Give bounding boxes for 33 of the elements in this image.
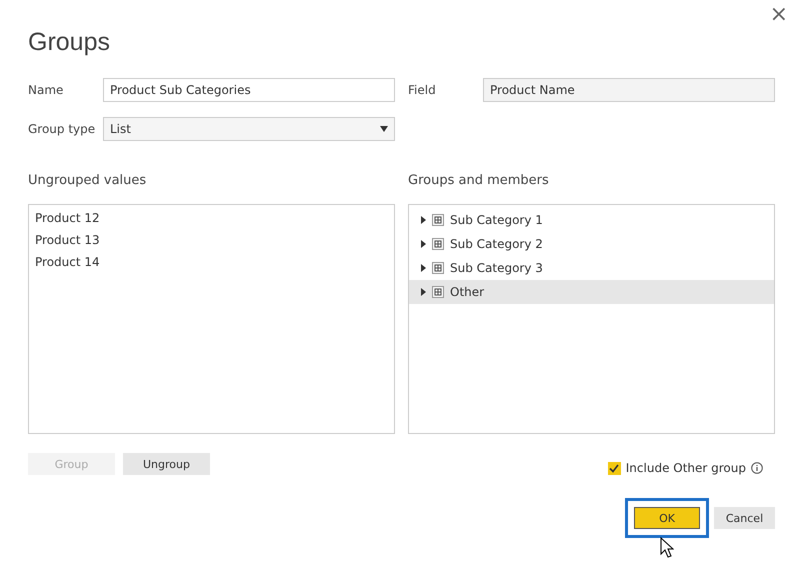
expand-arrow-icon[interactable] bbox=[421, 216, 426, 224]
close-button[interactable]: × bbox=[762, 0, 796, 29]
list-item[interactable]: Product 12 bbox=[29, 208, 394, 230]
section-heading: Ungrouped values bbox=[28, 173, 148, 188]
ok-button[interactable]: OK bbox=[634, 507, 700, 529]
checkbox-label: Include Other group bbox=[626, 461, 746, 475]
checkbox[interactable] bbox=[608, 462, 621, 474]
dropdown-value: List bbox=[110, 122, 131, 136]
field-label: Field bbox=[408, 83, 437, 97]
tree-item[interactable]: Sub Category 2 bbox=[450, 237, 543, 251]
info-icon bbox=[751, 462, 763, 474]
dialog-title: Groups bbox=[28, 28, 111, 57]
expand-arrow-icon[interactable] bbox=[421, 264, 426, 272]
cancel-button[interactable]: Cancel bbox=[714, 507, 775, 529]
list-item[interactable]: Product 13 bbox=[29, 230, 394, 252]
table-icon bbox=[432, 286, 444, 298]
tree-item[interactable]: Other bbox=[450, 285, 484, 299]
field-label: Group type bbox=[28, 122, 96, 136]
tree-item[interactable]: Sub Category 1 bbox=[450, 213, 543, 227]
group-type-dropdown[interactable]: List bbox=[103, 117, 395, 141]
field-label: Name bbox=[28, 83, 64, 97]
action-button[interactable]: Ungroup bbox=[123, 453, 210, 475]
table-icon bbox=[432, 214, 444, 226]
cursor-icon bbox=[660, 537, 674, 559]
list-item[interactable]: Product 14 bbox=[29, 252, 394, 274]
table-icon bbox=[432, 262, 444, 274]
section-heading: Groups and members bbox=[408, 173, 550, 188]
tree-item[interactable]: Sub Category 3 bbox=[450, 261, 543, 275]
table-icon bbox=[432, 238, 444, 250]
expand-arrow-icon[interactable] bbox=[421, 288, 426, 296]
caret-icon bbox=[380, 126, 388, 132]
input-field[interactable]: Product Sub Categories bbox=[103, 78, 395, 102]
expand-arrow-icon[interactable] bbox=[421, 240, 426, 248]
